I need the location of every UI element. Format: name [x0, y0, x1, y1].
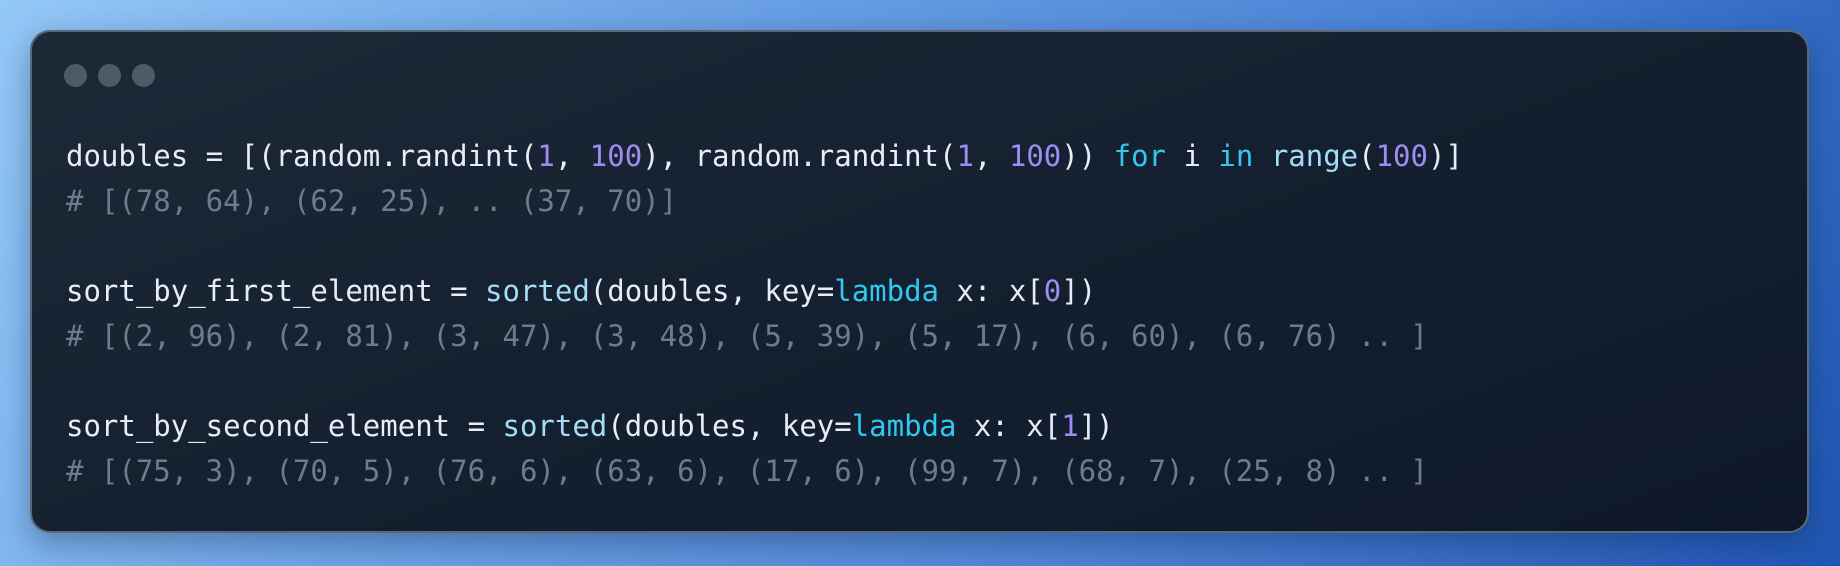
code-token: for	[1113, 139, 1167, 173]
code-token: (doubles, key=	[589, 274, 835, 308]
code-token: lambda	[834, 274, 939, 308]
code-line: # [(2, 96), (2, 81), (3, 47), (3, 48), (…	[66, 314, 1463, 359]
code-line: doubles = [(random.randint(1, 100), rand…	[66, 134, 1463, 179]
code-block: doubles = [(random.randint(1, 100), rand…	[66, 134, 1463, 494]
code-line: # [(75, 3), (70, 5), (76, 6), (63, 6), (…	[66, 449, 1463, 494]
code-window: doubles = [(random.randint(1, 100), rand…	[30, 30, 1809, 533]
window-dot-3[interactable]	[132, 64, 155, 87]
code-token: ])	[1061, 274, 1097, 308]
code-token: in	[1218, 139, 1254, 173]
window-dot-1[interactable]	[64, 64, 87, 87]
code-token: 1	[956, 139, 974, 173]
code-token: ), random.randint(	[642, 139, 957, 173]
code-token: sort_by_first_element =	[66, 274, 486, 308]
code-token: 1	[537, 139, 555, 173]
code-token: sort_by_second_element =	[66, 409, 503, 443]
code-line: sort_by_second_element = sorted(doubles,…	[66, 404, 1463, 449]
code-token: ))	[1061, 139, 1114, 173]
code-token: sorted	[502, 409, 608, 443]
code-line: # [(78, 64), (62, 25), .. (37, 70)]	[66, 179, 1463, 224]
code-token: 100	[589, 139, 643, 173]
code-line: sort_by_first_element = sorted(doubles, …	[66, 269, 1463, 314]
code-token: range	[1270, 139, 1359, 173]
code-token: 1	[1061, 409, 1079, 443]
code-token: i	[1166, 139, 1219, 173]
code-token: # [(78, 64), (62, 25), .. (37, 70)]	[66, 184, 678, 218]
code-token: 0	[1043, 274, 1062, 308]
code-token: 100	[1008, 139, 1062, 173]
code-token: )]	[1427, 139, 1463, 173]
code-token: (	[1358, 139, 1376, 173]
code-token: (doubles, key=	[607, 409, 852, 443]
code-token: x: x[	[939, 274, 1044, 308]
code-token: # [(2, 96), (2, 81), (3, 47), (3, 48), (…	[66, 319, 1428, 353]
code-token: 100	[1375, 139, 1428, 173]
code-token: sorted	[485, 274, 590, 308]
code-token: ,	[973, 139, 1009, 173]
code-token: ,	[554, 139, 590, 173]
code-token: ])	[1078, 409, 1114, 443]
code-token: # [(75, 3), (70, 5), (76, 6), (63, 6), (…	[66, 454, 1428, 488]
window-dot-2[interactable]	[98, 64, 121, 87]
code-token: lambda	[851, 409, 957, 443]
window-controls	[64, 64, 155, 87]
code-token: x: x[	[956, 409, 1062, 443]
code-token: doubles = [(random.randint(	[66, 139, 538, 173]
